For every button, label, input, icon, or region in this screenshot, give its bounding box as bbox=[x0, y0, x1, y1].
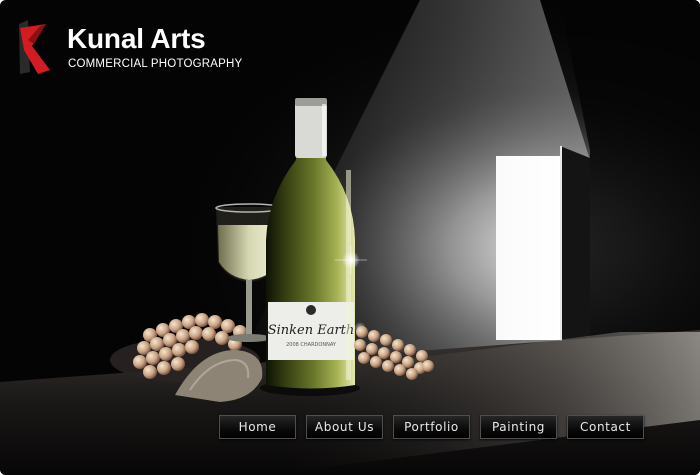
page-frame: Sinken Earth 2008 CHARDONNAY Kunal Arts … bbox=[0, 0, 700, 475]
bottle-label-text: Sinken Earth bbox=[268, 323, 355, 338]
nav-about-us-button[interactable]: About Us bbox=[306, 415, 383, 439]
nav-contact-button[interactable]: Contact bbox=[567, 415, 644, 439]
nav-portfolio-button[interactable]: Portfolio bbox=[393, 415, 470, 439]
nav-home-button[interactable]: Home bbox=[219, 415, 296, 439]
brand-subtitle: COMMERCIAL PHOTOGRAPHY bbox=[68, 58, 243, 70]
site-logo[interactable]: Kunal Arts COMMERCIAL PHOTOGRAPHY bbox=[16, 20, 242, 80]
nav-painting-button[interactable]: Painting bbox=[480, 415, 557, 439]
red-k-logo-icon bbox=[19, 20, 50, 74]
bottle-label-subtext: 2008 CHARDONNAY bbox=[286, 342, 337, 348]
brand-title: Kunal Arts bbox=[67, 23, 206, 54]
